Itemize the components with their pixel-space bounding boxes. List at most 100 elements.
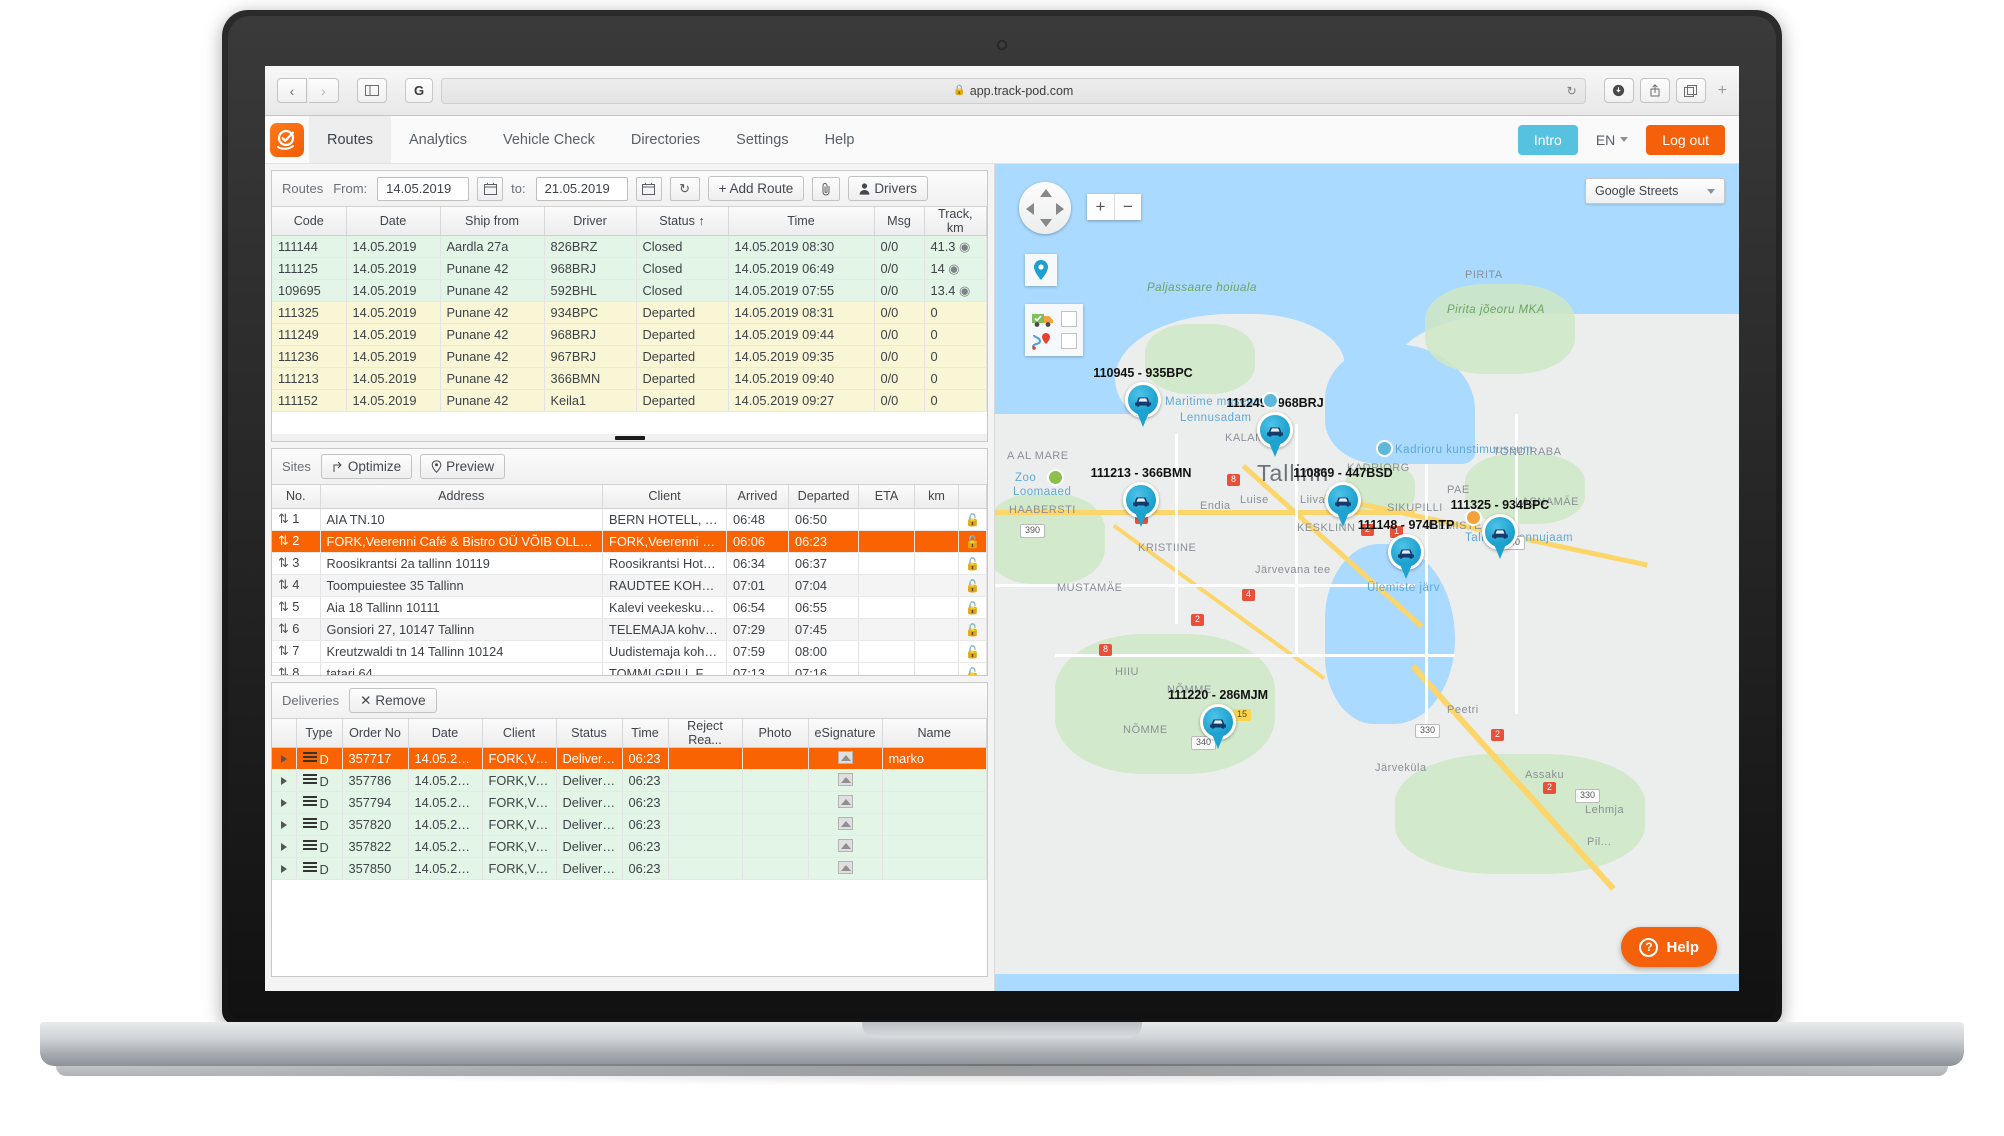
table-row[interactable]: ⇅ 8tatari 64TOMMI GRILL,Frendo...07:1307… — [272, 662, 987, 676]
lock-icon[interactable]: 🔓 — [965, 601, 980, 615]
attachment-icon[interactable] — [812, 176, 841, 201]
table-row[interactable]: ⇅ 2 FORK,Veerenni Café & Bistro OÜ VÕIB O… — [272, 530, 987, 553]
vehicle-marker[interactable]: 111325 - 934BPC — [1451, 498, 1549, 560]
deliveries-col-order-no[interactable]: Order No — [342, 719, 409, 748]
table-row[interactable]: D35779414.05.2019FORK,Veer...Delivered06… — [272, 791, 987, 814]
deliveries-col-photo[interactable]: Photo — [742, 719, 809, 748]
sites-col-departed[interactable]: Departed — [788, 485, 859, 509]
table-row[interactable]: 111152 14.05.2019 Punane 42 Keila1 Departed 1… — [272, 389, 987, 412]
signature-thumb-icon[interactable] — [837, 772, 853, 786]
deliveries-col-type[interactable]: Type — [296, 719, 343, 748]
drag-handle-icon[interactable] — [302, 772, 317, 786]
table-row[interactable]: ⇅ 6 Gonsiori 27, 10147 Tallinn TELEMAJA ko… — [272, 618, 987, 641]
poi-pin-zoo[interactable] — [1047, 469, 1064, 486]
vehicle-marker[interactable]: 111249 - 968BRJ — [1226, 396, 1324, 458]
refresh-button[interactable]: ↻ — [669, 176, 700, 201]
routes-col-time[interactable]: Time — [728, 207, 875, 236]
table-row[interactable]: ⇅ 3 Roosikrantsi 2a tallinn 10119 Roosikra… — [272, 552, 987, 575]
preview-button[interactable]: Preview — [420, 454, 506, 479]
table-row[interactable]: D35782214.05.2019FORK,Veer...Delivered06… — [272, 835, 987, 858]
expand-arrow-icon[interactable] — [280, 821, 287, 829]
pan-up-icon[interactable] — [1040, 189, 1052, 197]
sites-col-client[interactable]: Client — [602, 485, 727, 509]
url-input[interactable]: 🔒 app.track-pod.com ↻ — [441, 77, 1586, 104]
table-row[interactable]: 111325 14.05.2019 Punane 42 934BPC Departed 1… — [272, 301, 987, 324]
signature-thumb-icon[interactable] — [837, 816, 853, 830]
reload-icon[interactable]: ↻ — [1567, 84, 1577, 98]
nav-item-routes[interactable]: Routes — [309, 116, 391, 163]
vehicle-marker[interactable]: 111220 - 286MJM — [1168, 688, 1268, 750]
language-selector[interactable]: EN — [1596, 132, 1629, 148]
drag-handle-icon[interactable] — [302, 750, 317, 764]
table-row[interactable]: 109695 14.05.2019 Punane 42 592BHL Closed 14.… — [272, 279, 987, 302]
remove-button[interactable]: ✕ Remove — [349, 688, 437, 713]
expand-arrow-icon[interactable] — [280, 865, 287, 873]
drag-handle-icon[interactable] — [302, 794, 317, 808]
forward-icon[interactable]: › — [309, 78, 339, 103]
intro-button[interactable]: Intro — [1517, 124, 1578, 155]
vehicle-marker[interactable]: 110945 - 935BPC — [1093, 366, 1193, 428]
poi-pin-kadrioru-museum[interactable] — [1376, 440, 1393, 457]
nav-item-help[interactable]: Help — [807, 116, 873, 163]
drivers-button[interactable]: Drivers — [848, 176, 929, 201]
table-row[interactable]: D35782014.05.2019FORK,Veer...Delivered06… — [272, 813, 987, 836]
zoom-in-button[interactable]: + — [1087, 194, 1114, 220]
map-marker-toggle[interactable] — [1025, 254, 1057, 286]
layer-row-truck[interactable] — [1029, 308, 1079, 330]
pan-down-icon[interactable] — [1040, 219, 1052, 227]
poi-pin-maritime-museum[interactable] — [1262, 392, 1279, 409]
table-row[interactable]: 111125 14.05.2019 Punane 42 968BRJ Closed 14.… — [272, 257, 987, 280]
routes-col-driver[interactable]: Driver — [544, 207, 637, 236]
zoom-out-button[interactable]: − — [1114, 194, 1141, 220]
pan-right-icon[interactable] — [1056, 203, 1064, 215]
signature-thumb-icon[interactable] — [837, 860, 853, 874]
signature-thumb-icon[interactable] — [837, 794, 853, 808]
table-row[interactable]: D35771714.05.2019FORK,Veer...Delivered06… — [272, 747, 987, 770]
vehicle-marker[interactable]: 111148 - 974BTP — [1358, 518, 1454, 580]
lock-icon[interactable]: 🔓 — [965, 667, 980, 676]
date-from-input[interactable]: 14.05.2019 — [377, 176, 470, 201]
signature-thumb-icon[interactable] — [837, 750, 853, 764]
lock-icon[interactable]: 🔓 — [965, 513, 980, 527]
help-button[interactable]: ? Help — [1621, 927, 1717, 967]
table-row[interactable]: 111249 14.05.2019 Punane 42 968BRJ Departed 1… — [272, 323, 987, 346]
tabs-overview-icon[interactable] — [1675, 78, 1706, 103]
expand-arrow-icon[interactable] — [280, 799, 287, 807]
sidebar-toggle-icon[interactable] — [357, 78, 387, 103]
table-row[interactable]: ⇅ 7 Kreutzwaldi tn 14 Tallinn 10124 Uudist… — [272, 640, 987, 663]
add-route-button[interactable]: + Add Route — [707, 176, 805, 201]
drag-handle-icon[interactable] — [302, 838, 317, 852]
deliveries-col-client[interactable]: Client — [482, 719, 557, 748]
logout-button[interactable]: Log out — [1646, 124, 1725, 155]
lock-icon[interactable]: 🔓 — [965, 579, 980, 593]
routes-col-track-km[interactable]: Track, km — [924, 207, 987, 236]
table-row[interactable]: D35778614.05.2019FORK,Veer...Delivered06… — [272, 769, 987, 792]
table-row[interactable]: ⇅ 5 Aia 18 Tallinn 10111 Kalevi veekeskus,… — [272, 596, 987, 619]
calendar-from-icon[interactable] — [477, 176, 504, 201]
expand-arrow-icon[interactable] — [280, 843, 287, 851]
profile-icon[interactable]: G — [405, 78, 433, 103]
routes-col-code[interactable]: Code — [272, 207, 347, 236]
nav-item-analytics[interactable]: Analytics — [391, 116, 485, 163]
lock-icon[interactable]: 🔓 — [965, 645, 980, 659]
drag-handle-icon[interactable] — [302, 860, 317, 874]
expand-arrow-icon[interactable] — [280, 777, 287, 785]
lock-icon[interactable]: 🔓 — [965, 535, 980, 549]
sites-col-km[interactable]: km — [914, 485, 959, 509]
nav-item-directories[interactable]: Directories — [613, 116, 718, 163]
table-row[interactable]: 111213 14.05.2019 Punane 42 366BMN Departed 1… — [272, 367, 987, 390]
poi-pin-airport[interactable] — [1465, 509, 1482, 526]
calendar-to-icon[interactable] — [635, 176, 662, 201]
map-pan-control[interactable] — [1019, 182, 1071, 234]
table-row[interactable]: ⇅ 4 Toompuiestee 35 Tallinn RAUDTEE KOHVIK… — [272, 574, 987, 597]
optimize-button[interactable]: Optimize — [320, 454, 413, 479]
sites-col-address[interactable]: Address — [320, 485, 603, 509]
deliveries-col-expand[interactable] — [272, 719, 297, 748]
sites-col-lock[interactable] — [958, 485, 987, 509]
pan-left-icon[interactable] — [1026, 203, 1034, 215]
signature-thumb-icon[interactable] — [837, 838, 853, 852]
table-row[interactable]: 111144 14.05.2019 Aardla 27a 826BRZ Closed 14… — [272, 235, 987, 258]
table-row[interactable]: ⇅ 1AIA TN.10BERN HOTELL, Tallin...06:480… — [272, 508, 987, 531]
nav-item-settings[interactable]: Settings — [718, 116, 806, 163]
routes-col-date[interactable]: Date — [346, 207, 441, 236]
